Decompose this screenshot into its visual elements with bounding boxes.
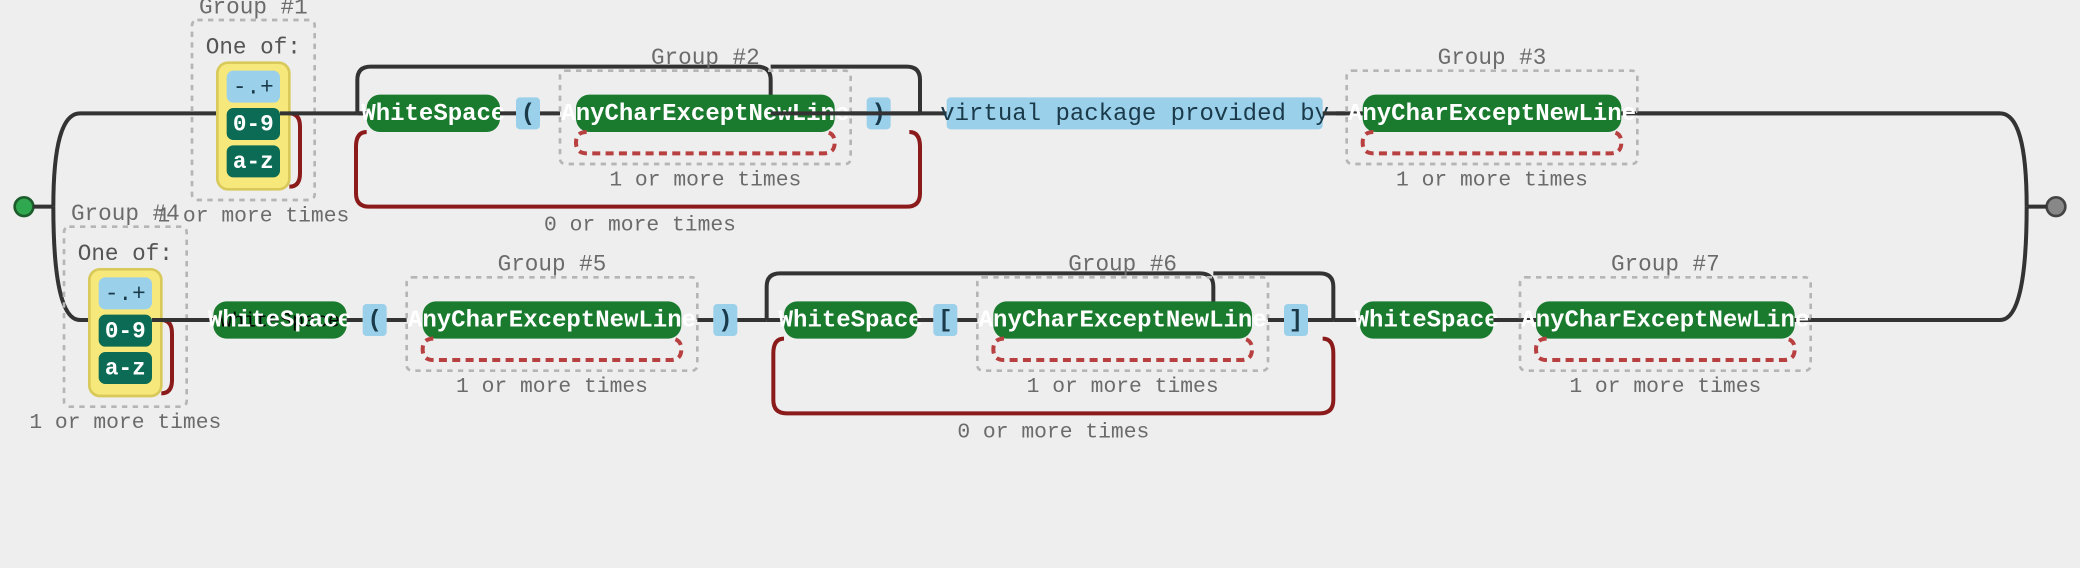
bot-whitespace-3: WhiteSpace bbox=[1355, 301, 1499, 338]
svg-text:WhiteSpace: WhiteSpace bbox=[1355, 308, 1499, 335]
group7-anychar: AnyCharExceptNewLine bbox=[1521, 301, 1809, 338]
start-node bbox=[15, 197, 34, 216]
group5-label: Group #5 bbox=[498, 252, 607, 278]
group1-chip-digits: 0-9 bbox=[227, 108, 280, 140]
regex-railroad-diagram: Group #1 One of: -.+ 0-9 a-z 1 or more t… bbox=[0, 0, 2080, 568]
svg-text:WhiteSpace: WhiteSpace bbox=[208, 308, 352, 335]
svg-text:-.+: -.+ bbox=[233, 74, 274, 100]
group6-anychar: AnyCharExceptNewLine bbox=[979, 301, 1267, 338]
group7-label: Group #7 bbox=[1611, 252, 1720, 278]
group6-label: Group #6 bbox=[1068, 252, 1177, 278]
svg-text:WhiteSpace: WhiteSpace bbox=[361, 101, 505, 128]
group5-anychar: AnyCharExceptNewLine bbox=[408, 301, 696, 338]
svg-text:AnyCharExceptNewLine: AnyCharExceptNewLine bbox=[408, 308, 696, 335]
group7-times: 1 or more times bbox=[1569, 375, 1761, 399]
group3-label: Group #3 bbox=[1438, 45, 1547, 71]
group1-label: Group #1 bbox=[199, 0, 308, 20]
group4-chip-digits: 0-9 bbox=[99, 315, 152, 347]
svg-text:0-9: 0-9 bbox=[233, 112, 274, 138]
group1-oneof: One of: bbox=[206, 34, 301, 60]
group2-times: 1 or more times bbox=[609, 168, 801, 192]
group4-times: 1 or more times bbox=[29, 411, 221, 435]
group4-chip-lower: a-z bbox=[99, 352, 152, 384]
top-zero-more: 0 or more times bbox=[544, 214, 736, 238]
bot-lparen: ( bbox=[363, 304, 387, 336]
svg-text:a-z: a-z bbox=[233, 149, 274, 175]
bot-lbracket: [ bbox=[933, 304, 957, 336]
group4-oneof: One of: bbox=[78, 241, 173, 267]
group1-chip-punct: -.+ bbox=[227, 71, 280, 103]
group3-times: 1 or more times bbox=[1396, 168, 1588, 192]
bot-rbracket: ] bbox=[1284, 304, 1308, 336]
end-node bbox=[2047, 197, 2066, 216]
svg-text:(: ( bbox=[367, 308, 381, 335]
svg-text:]: ] bbox=[1289, 308, 1303, 335]
bot-whitespace-2: WhiteSpace bbox=[779, 301, 923, 338]
svg-text:(: ( bbox=[521, 101, 535, 128]
svg-text:a-z: a-z bbox=[105, 356, 146, 382]
svg-text:AnyCharExceptNewLine: AnyCharExceptNewLine bbox=[1348, 101, 1636, 128]
svg-text:virtual package provided by: virtual package provided by bbox=[940, 101, 1329, 128]
group5-times: 1 or more times bbox=[456, 375, 648, 399]
svg-text:): ) bbox=[718, 308, 732, 335]
bot-zero-more: 0 or more times bbox=[957, 420, 1149, 444]
svg-text:-.+: -.+ bbox=[105, 281, 146, 307]
top-whitespace-pill: WhiteSpace bbox=[361, 95, 505, 132]
group3-anychar: AnyCharExceptNewLine bbox=[1348, 95, 1636, 132]
group2-label: Group #2 bbox=[651, 45, 760, 71]
svg-text:WhiteSpace: WhiteSpace bbox=[779, 308, 923, 335]
bot-rparen: ) bbox=[713, 304, 737, 336]
top-lparen: ( bbox=[516, 97, 540, 129]
group4-label: Group #4 bbox=[71, 201, 180, 227]
virtual-literal: virtual package provided by bbox=[940, 97, 1329, 129]
group1-chip-lower: a-z bbox=[227, 145, 280, 177]
group1-times: 1 or more times bbox=[157, 204, 349, 228]
svg-text:0-9: 0-9 bbox=[105, 318, 146, 344]
svg-text:AnyCharExceptNewLine: AnyCharExceptNewLine bbox=[1521, 308, 1809, 335]
group6-times: 1 or more times bbox=[1027, 375, 1219, 399]
svg-text:[: [ bbox=[938, 308, 952, 335]
group4-chip-punct: -.+ bbox=[99, 277, 152, 309]
svg-text:AnyCharExceptNewLine: AnyCharExceptNewLine bbox=[979, 308, 1267, 335]
